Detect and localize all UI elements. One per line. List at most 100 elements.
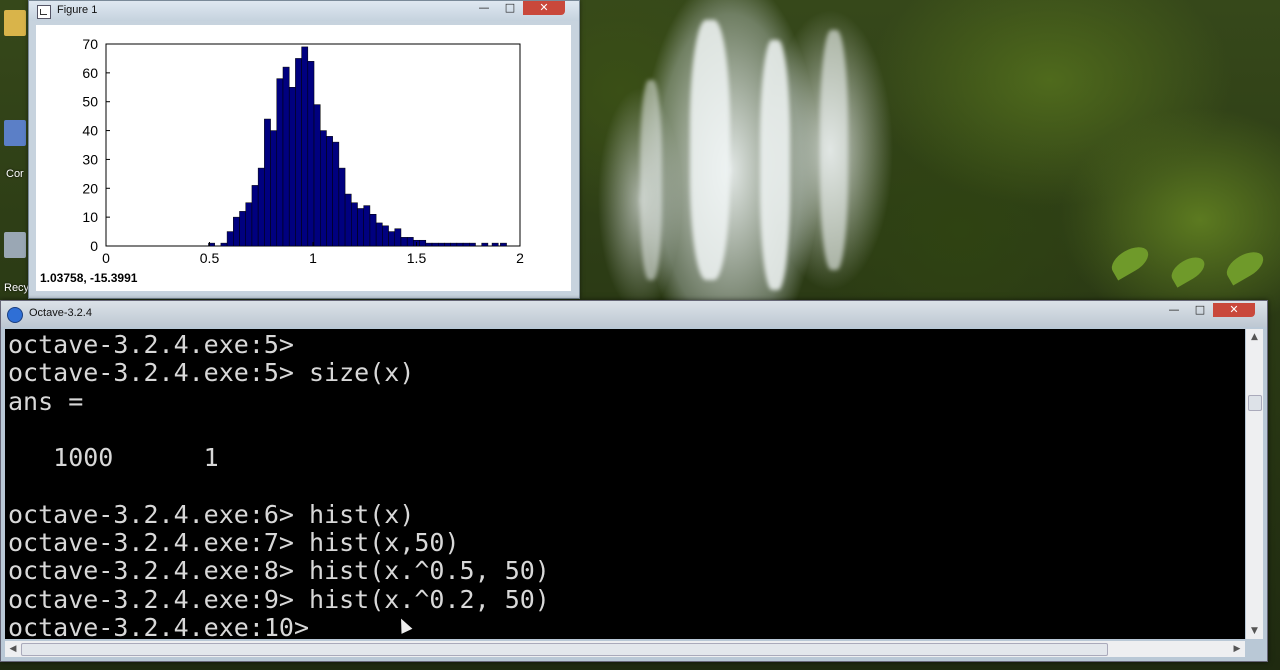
y-tick-label: 60	[82, 65, 98, 81]
histogram-bar	[388, 231, 396, 247]
x-tick-label: 1.5	[407, 250, 427, 266]
console-line: octave-3.2.4.exe:5> size(x)	[8, 358, 415, 388]
maximize-icon[interactable]: □	[1187, 303, 1213, 317]
histogram-bar	[444, 242, 451, 247]
console-title: Octave-3.2.4	[29, 307, 92, 319]
figure-canvas[interactable]: 0 10 20 30 40 50 60 70 0 0.5 1 1.5 2 1.03758, -15.3…	[36, 25, 571, 291]
close-icon[interactable]: ✕	[523, 1, 565, 15]
minimize-icon[interactable]: —	[1161, 303, 1187, 317]
console-line: octave-3.2.4.exe:7> hist(x,50)	[8, 528, 460, 558]
console-titlebar[interactable]: Octave-3.2.4 — □ ✕	[1, 301, 1267, 327]
histogram-bar	[375, 222, 383, 247]
y-tick-label: 30	[82, 151, 98, 167]
figure-titlebar[interactable]: Figure 1 — □ ✕	[29, 1, 579, 21]
histogram-bar	[491, 242, 499, 247]
scroll-thumb[interactable]	[1248, 395, 1262, 411]
console-line: ans =	[8, 386, 84, 416]
histogram-bar	[382, 225, 389, 247]
console-text-area[interactable]: octave-3.2.4.exe:5> octave-3.2.4.exe:5> s…	[5, 329, 1245, 639]
console-line: octave-3.2.4.exe:10>	[8, 612, 310, 639]
histogram-bar	[307, 61, 315, 247]
histogram-bar	[301, 46, 309, 247]
scroll-thumb[interactable]	[21, 643, 1108, 656]
maximize-icon[interactable]: □	[497, 1, 523, 15]
histogram-bar	[450, 242, 458, 247]
histogram-bar	[469, 242, 476, 247]
histogram-bar	[394, 228, 402, 247]
computer-icon[interactable]	[4, 120, 26, 146]
histogram-bar	[226, 231, 234, 247]
histogram-bar	[276, 78, 284, 247]
histogram-bar	[220, 242, 228, 247]
close-icon[interactable]: ✕	[1213, 303, 1255, 317]
vertical-scrollbar[interactable]: ▲ ▼	[1246, 329, 1263, 639]
minimize-icon[interactable]: —	[471, 1, 497, 15]
desktop-icon-label[interactable]: Cor	[6, 168, 24, 180]
histogram-bar	[481, 242, 489, 247]
folder-icon[interactable]	[4, 10, 26, 36]
scroll-right-icon[interactable]: ▶	[1229, 641, 1245, 657]
x-tick-label: 0	[102, 250, 110, 266]
x-tick-label: 0.5	[200, 250, 220, 266]
histogram-bar	[288, 87, 296, 247]
histogram-plot[interactable]: 0 10 20 30 40 50 60 70 0 0.5 1 1.5 2	[36, 25, 571, 291]
console-line: octave-3.2.4.exe:9> hist(x.^0.2, 50)	[8, 584, 550, 614]
scroll-up-icon[interactable]: ▲	[1246, 329, 1263, 345]
waterfall-stream	[640, 80, 662, 280]
y-tick-label: 40	[82, 123, 98, 139]
y-tick-label: 10	[82, 209, 98, 225]
plant-leaf	[1222, 246, 1268, 286]
figure-app-icon	[37, 5, 51, 19]
x-tick-label: 1	[309, 250, 317, 266]
histogram-bar	[431, 242, 439, 247]
x-tick-label: 2	[516, 250, 524, 266]
console-line: 1000 1	[8, 443, 219, 473]
histogram-bar	[500, 242, 507, 247]
histogram-bar	[406, 237, 414, 247]
desktop-icon-label[interactable]: Recy	[4, 282, 29, 294]
histogram-bar	[245, 202, 253, 247]
histogram-bar	[264, 118, 271, 247]
histogram-bar	[233, 216, 240, 247]
horizontal-scrollbar[interactable]: ◀ ▶	[5, 641, 1245, 657]
recycle-bin-icon[interactable]	[4, 232, 26, 258]
histogram-bar	[295, 58, 302, 247]
plant-leaf	[1107, 241, 1153, 281]
scroll-left-icon[interactable]: ◀	[5, 641, 21, 657]
octave-console-window[interactable]: Octave-3.2.4 — □ ✕ octave-3.2.4.exe:5> oc…	[0, 300, 1268, 662]
histogram-bar	[462, 242, 470, 247]
octave-app-icon	[7, 307, 23, 323]
plant-leaf	[1167, 252, 1209, 288]
histogram-bar	[313, 104, 321, 247]
histogram-bar	[319, 130, 327, 247]
waterfall-stream	[760, 40, 790, 290]
histogram-bar	[363, 205, 371, 247]
histogram-bar	[338, 167, 346, 247]
histogram-bar	[270, 130, 278, 247]
histogram-bar	[257, 167, 265, 247]
histogram-bar	[425, 242, 433, 247]
y-tick-label: 20	[82, 180, 98, 196]
histogram-bar	[419, 239, 427, 247]
console-line: octave-3.2.4.exe:6> hist(x)	[8, 499, 415, 529]
histogram-bar	[332, 141, 340, 247]
histogram-bar	[437, 242, 445, 247]
figure-title: Figure 1	[57, 4, 98, 16]
waterfall-stream	[820, 30, 848, 270]
histogram-bar	[351, 202, 358, 247]
histogram-bar	[357, 208, 364, 247]
y-tick-label: 0	[90, 238, 98, 254]
y-tick-label: 50	[82, 94, 98, 110]
histogram-bar	[369, 214, 377, 247]
histogram-bar	[282, 66, 290, 247]
histogram-bar	[239, 211, 246, 247]
y-tick-label: 70	[82, 36, 98, 52]
histogram-bar	[251, 185, 259, 247]
figure-window[interactable]: Figure 1 — □ ✕ 0 10 20 30 40 50 60 70 0 0.5 1 1.5 2…	[28, 0, 580, 299]
waterfall-stream	[690, 20, 730, 280]
histogram-bar	[456, 242, 464, 247]
console-output: octave-3.2.4.exe:5> octave-3.2.4.exe:5> s…	[8, 330, 550, 639]
scroll-down-icon[interactable]: ▼	[1246, 623, 1263, 639]
